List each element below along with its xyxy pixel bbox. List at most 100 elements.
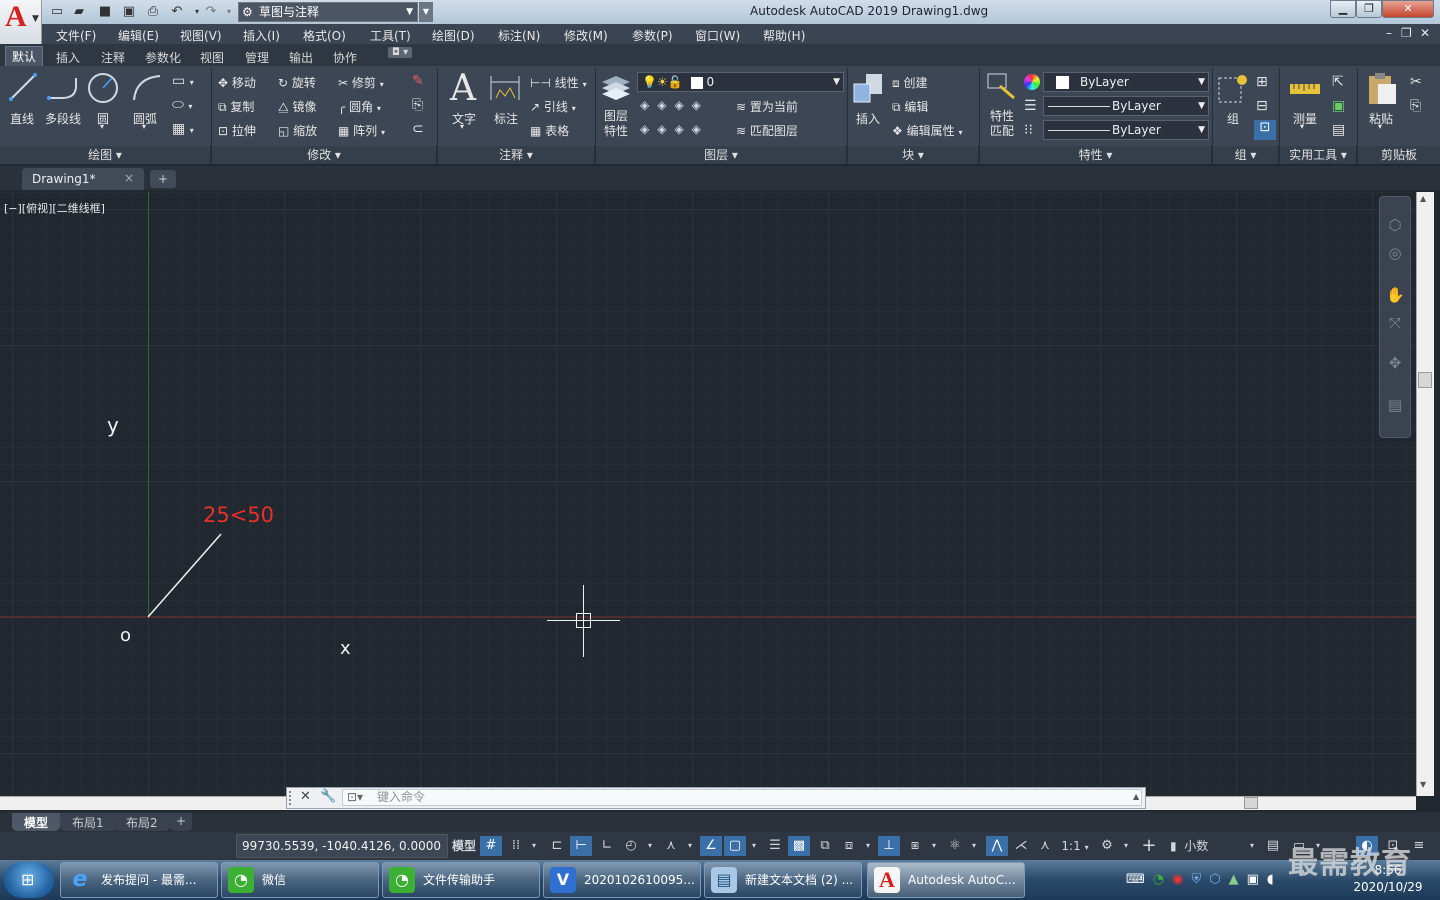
- quick-access-customize-button[interactable]: ▼: [419, 2, 433, 22]
- chevron-down-icon[interactable]: ▾: [1120, 836, 1132, 856]
- chevron-down-icon[interactable]: ▾: [644, 836, 656, 856]
- scroll-thumb[interactable]: [1418, 372, 1432, 388]
- gear-icon[interactable]: ⚙: [1096, 836, 1118, 856]
- explode-icon[interactable]: ⎘: [412, 97, 423, 113]
- layer-dropdown[interactable]: 💡☀🔓 0 ▼: [637, 72, 844, 92]
- chevron-down-icon[interactable]: ▾: [1378, 122, 1382, 131]
- ortho-icon[interactable]: ∟: [596, 836, 618, 856]
- object-snap-icon[interactable]: ▢: [724, 836, 746, 856]
- mirror-button[interactable]: ⧋ 镜像: [278, 98, 317, 115]
- group-button[interactable]: 组: [1227, 110, 1239, 127]
- tab-parametric[interactable]: 参数化: [145, 49, 181, 66]
- app-menu-button[interactable]: A ▼: [0, 0, 42, 44]
- selection-cycling-icon[interactable]: ⧉: [814, 836, 836, 856]
- utilities-panel-title[interactable]: 实用工具 ▾: [1280, 146, 1357, 164]
- menu-edit[interactable]: 编辑(E): [118, 27, 159, 44]
- open-file-icon[interactable]: ▰: [70, 3, 88, 21]
- undo-icon[interactable]: ↶: [168, 3, 186, 21]
- annotation-scale-value[interactable]: 1:1 ▾: [1058, 836, 1092, 856]
- add-layout-button[interactable]: +: [170, 813, 193, 831]
- drag-handle[interactable]: [289, 791, 295, 805]
- chevron-down-icon[interactable]: ▾: [142, 122, 146, 131]
- chevron-down-icon[interactable]: ▾: [100, 122, 104, 131]
- tab-view[interactable]: 视图: [200, 49, 224, 66]
- redo-dropdown-icon[interactable]: ▾: [220, 3, 238, 21]
- hatch-icon[interactable]: ⬭ ▾: [172, 97, 192, 113]
- group-edit-icon[interactable]: ⊟: [1256, 98, 1268, 114]
- steering-wheel-icon[interactable]: ◎: [1386, 244, 1404, 262]
- menu-window[interactable]: 窗口(W): [695, 27, 740, 44]
- taskbar-item-notepad[interactable]: ▤ 新建文本文档 (2) ...: [704, 862, 862, 898]
- coordinate-readout[interactable]: 99730.5539, -1040.4126, 0.0000: [236, 834, 448, 858]
- scroll-down-arrow[interactable]: ▼: [1420, 780, 1426, 789]
- tab-default[interactable]: 默认: [5, 46, 44, 66]
- minimize-button[interactable]: ▁: [1330, 0, 1356, 18]
- snap-icon[interactable]: ⁞⁞: [505, 836, 527, 856]
- edit-block-button[interactable]: ⧉ 编辑: [892, 98, 928, 115]
- units-selector[interactable]: ▮ 小数 ▾: [1166, 836, 1256, 856]
- chevron-down-icon[interactable]: ▾: [862, 836, 874, 856]
- auto-scale-icon[interactable]: ⋌: [1010, 836, 1032, 856]
- erase-icon[interactable]: ✎: [412, 73, 424, 89]
- move-button[interactable]: ✥ 移动: [218, 74, 256, 91]
- close-icon[interactable]: ✕: [300, 789, 311, 804]
- chevron-down-icon[interactable]: ▾: [928, 836, 940, 856]
- color-dropdown[interactable]: ByLayer ▼: [1043, 72, 1209, 92]
- model-space-button[interactable]: 模型: [450, 836, 478, 856]
- tab-model[interactable]: 模型: [12, 813, 61, 831]
- layer-tools-row1[interactable]: ◈◈◈◈: [640, 98, 709, 112]
- table-button[interactable]: ▦ 表格: [530, 122, 569, 139]
- chevron-down-icon[interactable]: ▾: [684, 836, 696, 856]
- ungroup-icon[interactable]: ⊞: [1256, 74, 1268, 90]
- selection-filter-icon[interactable]: ⧆: [904, 836, 926, 856]
- doc-tab-drawing1[interactable]: Drawing1* ×: [22, 168, 144, 190]
- command-input[interactable]: ⊡▾ 键入命令: [342, 789, 1142, 806]
- drawn-line-segment[interactable]: [147, 533, 222, 618]
- plus-icon[interactable]: +: [1138, 836, 1160, 856]
- draw-panel-title[interactable]: 绘图 ▾: [0, 146, 211, 164]
- set-current-button[interactable]: ≋ 置为当前: [736, 98, 798, 115]
- pan-hand-icon[interactable]: ✋: [1386, 286, 1405, 304]
- array-button[interactable]: ▦ 阵列 ▾: [338, 122, 385, 139]
- isodraft-icon[interactable]: ⋏: [660, 836, 682, 856]
- chevron-down-icon[interactable]: ▾: [1300, 122, 1304, 131]
- scale-button[interactable]: ◱ 缩放: [278, 122, 317, 139]
- select-all-icon[interactable]: ▣: [1332, 98, 1345, 114]
- chevron-down-icon[interactable]: ▾: [968, 836, 980, 856]
- tab-annotate[interactable]: 注释: [101, 49, 125, 66]
- grid-icon[interactable]: #: [480, 836, 502, 856]
- layer-properties-button[interactable]: 图层 特性: [604, 109, 628, 139]
- wrench-icon[interactable]: 🔧: [320, 789, 336, 804]
- workspace-selector[interactable]: ⚙ 草图与注释 ▼: [238, 2, 418, 22]
- group-selection-toggle[interactable]: ⊡: [1254, 120, 1276, 140]
- vertical-scrollbar[interactable]: ▲ ▼: [1416, 192, 1434, 796]
- linetype-dropdown[interactable]: ByLayer ▼: [1043, 96, 1209, 116]
- lineweight-toggle-icon[interactable]: ☰: [764, 836, 786, 856]
- annotation-scale-icon[interactable]: ⋏: [1034, 836, 1056, 856]
- maximize-button[interactable]: ❐: [1356, 0, 1382, 18]
- menu-insert[interactable]: 插入(I): [243, 27, 280, 44]
- measure-button[interactable]: 测量: [1293, 110, 1317, 127]
- menu-parametric[interactable]: 参数(P): [632, 27, 673, 44]
- menu-help[interactable]: 帮助(H): [763, 27, 805, 44]
- showmotion-icon[interactable]: ▤: [1386, 396, 1404, 414]
- menu-draw[interactable]: 绘图(D): [432, 27, 475, 44]
- doc-minimize-button[interactable]: –: [1386, 26, 1392, 40]
- fillet-button[interactable]: ╭ 圆角 ▾: [338, 98, 381, 115]
- layers-panel-title[interactable]: 图层 ▾: [596, 146, 847, 164]
- cut-icon[interactable]: ✂: [1410, 74, 1422, 90]
- match-layer-button[interactable]: ≋ 匹配图层: [736, 122, 798, 139]
- save-as-icon[interactable]: ▣: [120, 3, 138, 21]
- scroll-up-arrow[interactable]: ▲: [1420, 194, 1426, 203]
- zoom-icon[interactable]: ⤧: [1386, 314, 1404, 332]
- line-button[interactable]: 直线: [10, 110, 34, 127]
- tab-manage[interactable]: 管理: [245, 49, 269, 66]
- block-panel-title[interactable]: 块 ▾: [848, 146, 979, 164]
- redo-icon[interactable]: ↷: [202, 3, 220, 21]
- 3d-osnap-icon[interactable]: ⧈: [838, 836, 860, 856]
- groups-panel-title[interactable]: 组 ▾: [1213, 146, 1279, 164]
- quick-select-icon[interactable]: ⇱: [1332, 74, 1344, 90]
- chevron-down-icon[interactable]: ▾: [748, 836, 760, 856]
- menu-dimension[interactable]: 标注(N): [498, 27, 540, 44]
- close-icon[interactable]: ×: [124, 171, 134, 185]
